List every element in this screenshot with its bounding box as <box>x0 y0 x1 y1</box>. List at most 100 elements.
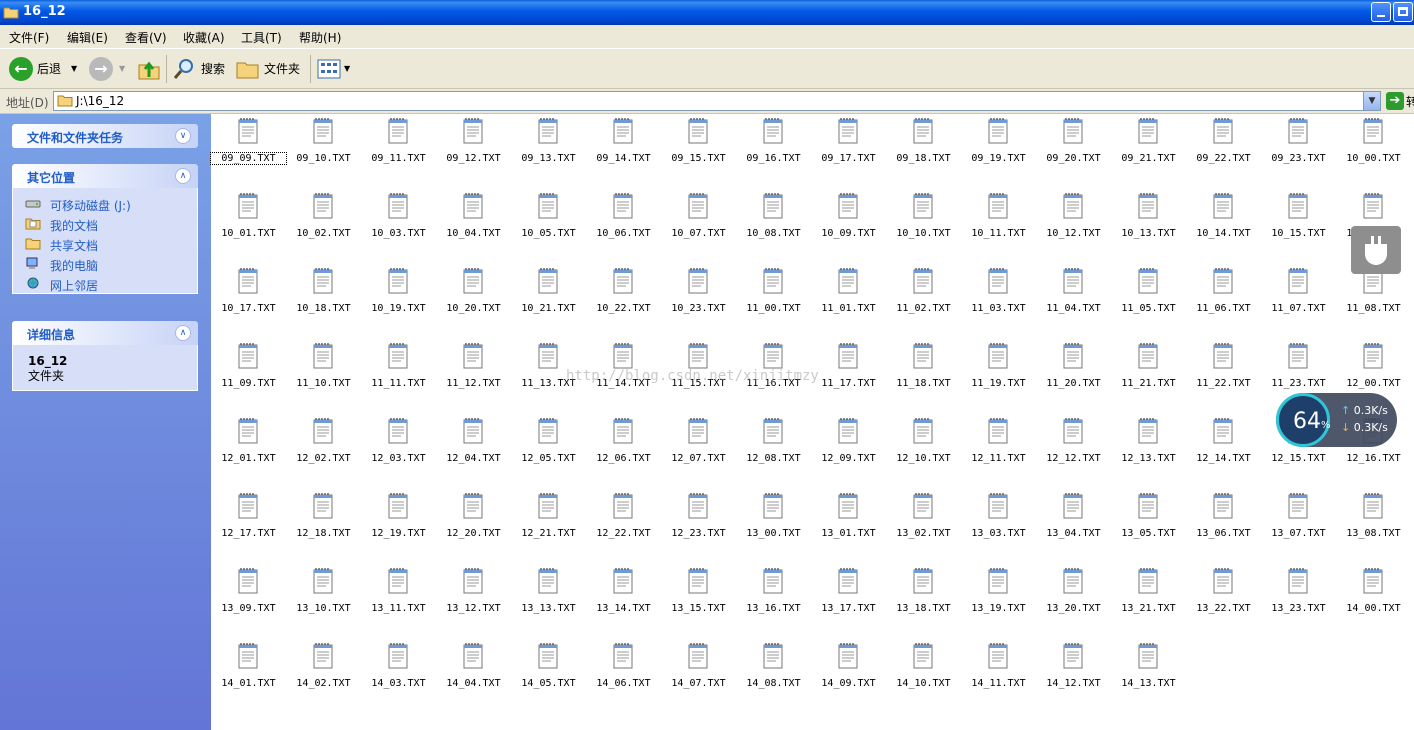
forward-button[interactable]: → ▼ <box>89 49 125 88</box>
menu-favorites[interactable]: 收藏(A) <box>183 29 225 46</box>
file-item[interactable]: 10_02.TXT <box>286 189 361 264</box>
file-item[interactable]: 10_22.TXT <box>586 264 661 339</box>
file-item[interactable]: 14_12.TXT <box>1036 639 1111 714</box>
file-item[interactable]: 12_18.TXT <box>286 489 361 564</box>
file-item[interactable]: 12_17.TXT <box>211 489 286 564</box>
file-item[interactable]: 10_15.TXT <box>1261 189 1336 264</box>
file-item[interactable]: 13_09.TXT <box>211 564 286 639</box>
menu-edit[interactable]: 编辑(E) <box>67 29 108 46</box>
plug-widget[interactable] <box>1351 226 1401 274</box>
file-item[interactable]: 13_23.TXT <box>1261 564 1336 639</box>
address-dropdown-icon[interactable]: ▼ <box>1363 92 1380 110</box>
place-my-computer[interactable]: 我的电脑 <box>13 254 197 274</box>
file-item[interactable]: 12_04.TXT <box>436 414 511 489</box>
address-input[interactable]: J:\16_12 ▼ <box>53 91 1381 111</box>
file-item[interactable]: 11_08.TXT <box>1336 264 1411 339</box>
file-item[interactable]: 11_06.TXT <box>1186 264 1261 339</box>
file-item[interactable]: 12_08.TXT <box>736 414 811 489</box>
file-item[interactable]: 10_13.TXT <box>1111 189 1186 264</box>
file-item[interactable]: 14_05.TXT <box>511 639 586 714</box>
file-item[interactable]: 10_09.TXT <box>811 189 886 264</box>
search-button[interactable]: 搜索 <box>172 49 225 88</box>
file-item[interactable]: 12_01.TXT <box>211 414 286 489</box>
file-item[interactable]: 13_19.TXT <box>961 564 1036 639</box>
file-item[interactable]: 13_03.TXT <box>961 489 1036 564</box>
file-item[interactable]: 14_11.TXT <box>961 639 1036 714</box>
file-item[interactable]: 14_06.TXT <box>586 639 661 714</box>
tasks-panel-header[interactable]: 文件和文件夹任务 ∨ <box>12 124 198 148</box>
file-item[interactable]: 14_10.TXT <box>886 639 961 714</box>
file-item[interactable]: 14_07.TXT <box>661 639 736 714</box>
file-item[interactable]: 09_18.TXT <box>886 114 961 189</box>
file-item[interactable]: 13_01.TXT <box>811 489 886 564</box>
file-item[interactable]: 10_00.TXT <box>1336 114 1411 189</box>
views-dropdown-icon[interactable]: ▼ <box>344 64 350 73</box>
file-item[interactable]: 09_17.TXT <box>811 114 886 189</box>
place-my-documents[interactable]: 我的文档 <box>13 214 197 234</box>
file-item[interactable]: 09_09.TXT <box>210 114 287 189</box>
file-item[interactable]: 12_22.TXT <box>586 489 661 564</box>
file-item[interactable]: 12_14.TXT <box>1186 414 1261 489</box>
file-item[interactable]: 13_11.TXT <box>361 564 436 639</box>
back-dropdown-icon[interactable]: ▼ <box>71 64 77 73</box>
file-item[interactable]: 09_12.TXT <box>436 114 511 189</box>
file-item[interactable]: 11_19.TXT <box>961 339 1036 414</box>
file-item[interactable]: 12_13.TXT <box>1111 414 1186 489</box>
file-item[interactable]: 11_03.TXT <box>961 264 1036 339</box>
file-item[interactable]: 14_09.TXT <box>811 639 886 714</box>
expand-icon[interactable]: ∨ <box>175 128 191 144</box>
file-item[interactable]: 11_12.TXT <box>436 339 511 414</box>
file-item[interactable]: 12_09.TXT <box>811 414 886 489</box>
network-speed-widget[interactable]: 64% ↑ 0.3K/s ↓ 0.3K/s <box>1276 393 1397 447</box>
details-panel-header[interactable]: 详细信息 ∧ <box>12 321 198 345</box>
file-item[interactable]: 11_07.TXT <box>1261 264 1336 339</box>
file-item[interactable]: 10_14.TXT <box>1186 189 1261 264</box>
file-item[interactable]: 13_02.TXT <box>886 489 961 564</box>
file-item[interactable]: 09_16.TXT <box>736 114 811 189</box>
collapse-icon[interactable]: ∧ <box>175 325 191 341</box>
file-item[interactable]: 14_02.TXT <box>286 639 361 714</box>
place-removable-disk[interactable]: 可移动磁盘 (J:) <box>13 194 197 214</box>
file-item[interactable]: 10_07.TXT <box>661 189 736 264</box>
file-item[interactable]: 11_11.TXT <box>361 339 436 414</box>
file-item[interactable]: 10_01.TXT <box>211 189 286 264</box>
file-item[interactable]: 10_11.TXT <box>961 189 1036 264</box>
file-item[interactable]: 09_22.TXT <box>1186 114 1261 189</box>
file-item[interactable]: 11_22.TXT <box>1186 339 1261 414</box>
place-network[interactable]: 网上邻居 <box>13 274 197 294</box>
file-item[interactable]: 13_06.TXT <box>1186 489 1261 564</box>
file-item[interactable]: 10_21.TXT <box>511 264 586 339</box>
file-item[interactable]: 11_01.TXT <box>811 264 886 339</box>
folders-button[interactable]: 文件夹 <box>236 49 300 88</box>
places-panel-header[interactable]: 其它位置 ∧ <box>12 164 198 188</box>
file-item[interactable]: 12_05.TXT <box>511 414 586 489</box>
file-item[interactable]: 12_12.TXT <box>1036 414 1111 489</box>
file-item[interactable]: 10_12.TXT <box>1036 189 1111 264</box>
file-item[interactable]: 10_03.TXT <box>361 189 436 264</box>
file-item[interactable]: 13_10.TXT <box>286 564 361 639</box>
file-item[interactable]: 13_21.TXT <box>1111 564 1186 639</box>
file-item[interactable]: 13_08.TXT <box>1336 489 1411 564</box>
file-item[interactable]: 09_23.TXT <box>1261 114 1336 189</box>
file-item[interactable]: 13_00.TXT <box>736 489 811 564</box>
file-item[interactable]: 12_03.TXT <box>361 414 436 489</box>
file-item[interactable]: 10_10.TXT <box>886 189 961 264</box>
file-item[interactable]: 13_20.TXT <box>1036 564 1111 639</box>
file-item[interactable]: 09_14.TXT <box>586 114 661 189</box>
file-item[interactable]: 12_10.TXT <box>886 414 961 489</box>
file-item[interactable]: 11_10.TXT <box>286 339 361 414</box>
file-item[interactable]: 12_19.TXT <box>361 489 436 564</box>
go-label[interactable]: 转 <box>1406 93 1414 110</box>
file-item[interactable]: 10_19.TXT <box>361 264 436 339</box>
file-item[interactable]: 13_05.TXT <box>1111 489 1186 564</box>
file-item[interactable]: 11_05.TXT <box>1111 264 1186 339</box>
file-item[interactable]: 10_05.TXT <box>511 189 586 264</box>
forward-dropdown-icon[interactable]: ▼ <box>119 64 125 73</box>
file-item[interactable]: 13_22.TXT <box>1186 564 1261 639</box>
file-item[interactable]: 10_08.TXT <box>736 189 811 264</box>
file-item[interactable]: 13_16.TXT <box>736 564 811 639</box>
file-item[interactable]: 13_15.TXT <box>661 564 736 639</box>
file-item[interactable]: 13_14.TXT <box>586 564 661 639</box>
file-item[interactable]: 14_08.TXT <box>736 639 811 714</box>
file-item[interactable]: 12_11.TXT <box>961 414 1036 489</box>
